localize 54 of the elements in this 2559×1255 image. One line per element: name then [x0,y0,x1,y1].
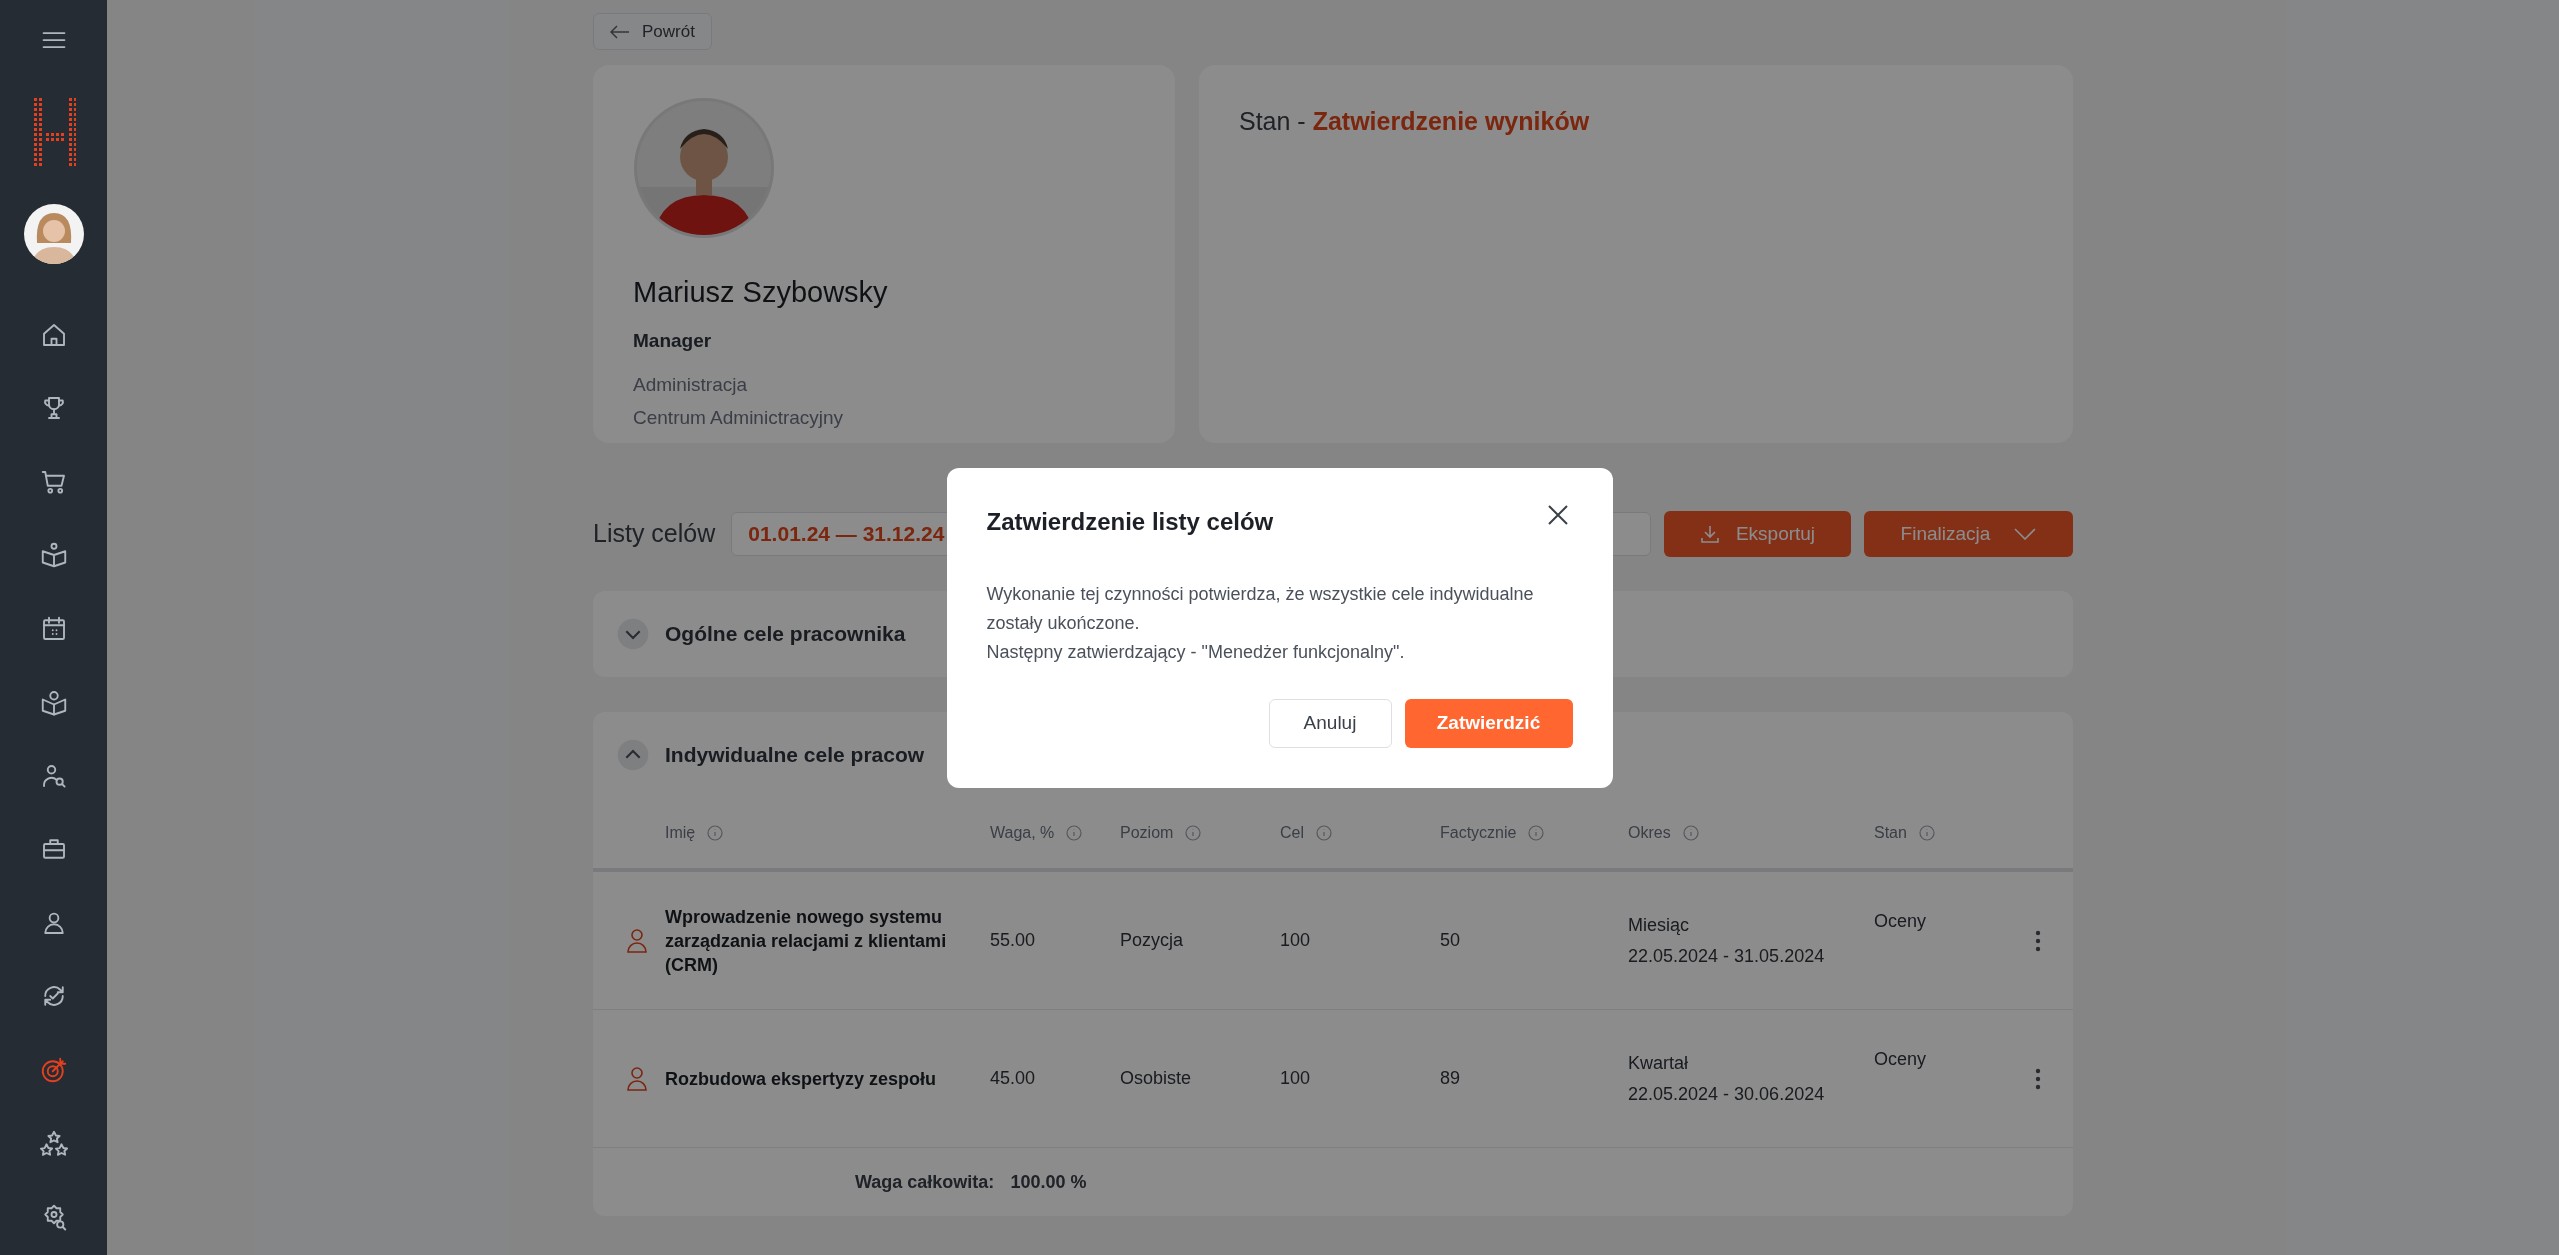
person-icon [626,927,648,954]
period-value: 01.01.24 — 31.12.24 [748,521,945,548]
dialog-message: Następny zatwierdzający - "Menedżer funkcjonalny". [986,640,1406,664]
column-header: Cel [1280,821,1440,845]
table-cell-text: 55.00 [990,929,1037,952]
confirm-button[interactable]: Zatwierdzić [1404,698,1573,748]
employee-role: Manager [633,328,713,353]
table-cell-text: 100 [1280,929,1312,952]
export-button[interactable]: Eksportuj [1664,511,1851,557]
period-type: Miesiąc [1628,913,1690,937]
section-title: Ogólne cele pracownika [665,621,906,648]
table-cell-text: 89 [1440,1067,1462,1090]
finalize-button[interactable]: Finalizacja [1864,511,2073,557]
table-cell-text: Oceny [1874,910,1928,933]
column-header: Factycznie [1440,821,1628,845]
period-dates: 22.05.2024 - 30.06.2024 [1628,1082,1826,1106]
column-header: Waga, % [990,821,1120,845]
column-header: Imię [665,821,990,845]
table-cell-text: Oceny [1874,1048,1928,1071]
table-cell-text: 50 [1440,929,1462,952]
cancel-button[interactable]: Anuluj [1268,698,1392,748]
logo-icon [31,98,76,168]
location-text: Centrum Adminictracyjny [633,405,845,430]
arrow-left-icon [610,24,630,39]
more-icon[interactable] [2035,929,2041,952]
person-icon [626,1065,648,1092]
goal-name: Rozbudowa ekspertyzy zespołu [665,1067,938,1091]
table-cell-text: Osobiste [1120,1067,1193,1090]
chevron-down-icon[interactable] [617,618,649,650]
period-dates: 22.05.2024 - 31.05.2024 [1628,944,1826,968]
dialog-message: Wykonanie tej czynności potwierdza, że wszystkie cele indywidualne zostały ukończone. [986,582,1535,635]
table-cell-text: 45.00 [990,1067,1037,1090]
dialog-title: Zatwierdzenie listy celów [986,506,1274,537]
table-cell-text: 100 [1280,1067,1312,1090]
chevron-up-icon[interactable] [617,739,649,771]
department-text: Administracja [633,373,749,397]
section-title: Indywidualne cele pracow [665,742,925,769]
total-weight-value: 100.00 % [1010,1170,1087,1194]
column-header: Poziom [1120,821,1280,845]
stars-icon[interactable] [38,1128,69,1159]
download-icon [1699,524,1720,544]
employee-name: Mariusz Szybowsky [633,275,889,310]
status-text: Stan - Zatwierdzenie wyników [1239,106,1591,137]
back-button[interactable]: Powrót [593,13,712,50]
total-weight-label: Waga całkowita: [855,1170,995,1194]
more-icon[interactable] [2035,1067,2041,1090]
column-header: Okres [1628,821,1874,845]
goal-name: Wprowadzenie nowego systemu zarządzania relacjami z klientami (CRM) [665,905,948,977]
table-cell-text: Pozycja [1120,929,1185,952]
period-type: Kwartał [1628,1051,1690,1075]
goal-lists-label: Listy celów [593,518,716,550]
column-header: Stan [1874,821,2003,845]
close-icon[interactable] [1546,503,1569,526]
chevron-down-icon [2014,528,2037,540]
